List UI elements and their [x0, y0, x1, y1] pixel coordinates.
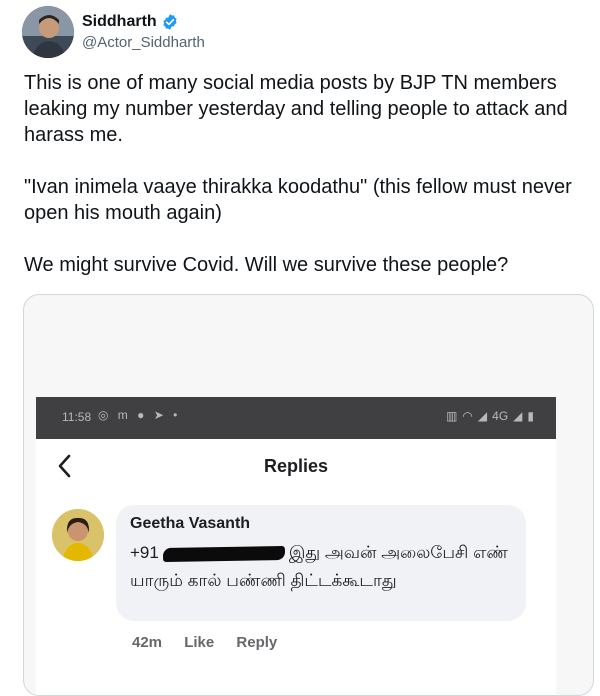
author-name[interactable]: Siddharth — [82, 13, 157, 31]
status-right-icons: ▥ ◠ ◢ 4G ◢ ▮ — [446, 409, 534, 423]
commenter-name[interactable]: Geetha Vasanth — [130, 515, 250, 533]
verified-badge-icon — [161, 13, 179, 31]
vibrate-icon: ▥ — [446, 409, 458, 423]
page-title: Replies — [263, 456, 329, 476]
replies-header: Replies — [36, 439, 556, 495]
author-name-row: Siddharth — [82, 11, 205, 33]
tweet-paragraph: We might survive Covid. Will we survive … — [24, 254, 509, 276]
author-handle[interactable]: @Actor_Siddharth — [82, 34, 205, 51]
signal-icon: ◢ — [513, 409, 523, 423]
commenter-avatar[interactable] — [52, 509, 104, 561]
wifi-icon: ◠ — [462, 409, 473, 423]
tweet-paragraph: "Ivan inimela vaaye thirakka koodathu" (… — [24, 176, 578, 224]
author-block: Siddharth @Actor_Siddharth — [82, 11, 205, 51]
comment-phone-prefix: +91 — [130, 543, 159, 562]
reply-button[interactable]: Reply — [236, 634, 277, 651]
phone-status-bar: 11:58 ◎ m ● ➤ • ▥ ◠ ◢ 4G ◢ ▮ — [36, 397, 556, 439]
signal-icon: ◢ — [477, 409, 488, 423]
status-time: 11:58 — [62, 410, 92, 424]
tweet-paragraph: This is one of many social media posts b… — [24, 72, 574, 146]
tweet: Siddharth @Actor_Siddharth This is one o… — [0, 0, 600, 696]
redaction-mark — [162, 545, 285, 562]
comment-text: +91 இது அவன் அலைபேசி எண் யாரும் கால் பண்ண… — [130, 539, 510, 595]
battery-icon: ▮ — [527, 409, 534, 423]
tweet-text: This is one of many social media posts b… — [24, 70, 594, 278]
phone-screenshot: 11:58 ◎ m ● ➤ • ▥ ◠ ◢ 4G ◢ ▮ Replies Gee… — [36, 397, 556, 695]
comment-time: 42m — [132, 634, 163, 651]
like-button[interactable]: Like — [184, 634, 214, 651]
author-avatar[interactable] — [22, 6, 74, 58]
network-label: 4G — [492, 409, 509, 423]
notification-icons: ◎ m ● ➤ • — [98, 408, 181, 422]
attached-image[interactable]: 11:58 ◎ m ● ➤ • ▥ ◠ ◢ 4G ◢ ▮ Replies Gee… — [23, 294, 594, 696]
comment-actions: 42m Like Reply — [132, 634, 295, 651]
comment-bubble: Geetha Vasanth +91 இது அவன் அலைபேசி எண் ய… — [116, 505, 526, 621]
